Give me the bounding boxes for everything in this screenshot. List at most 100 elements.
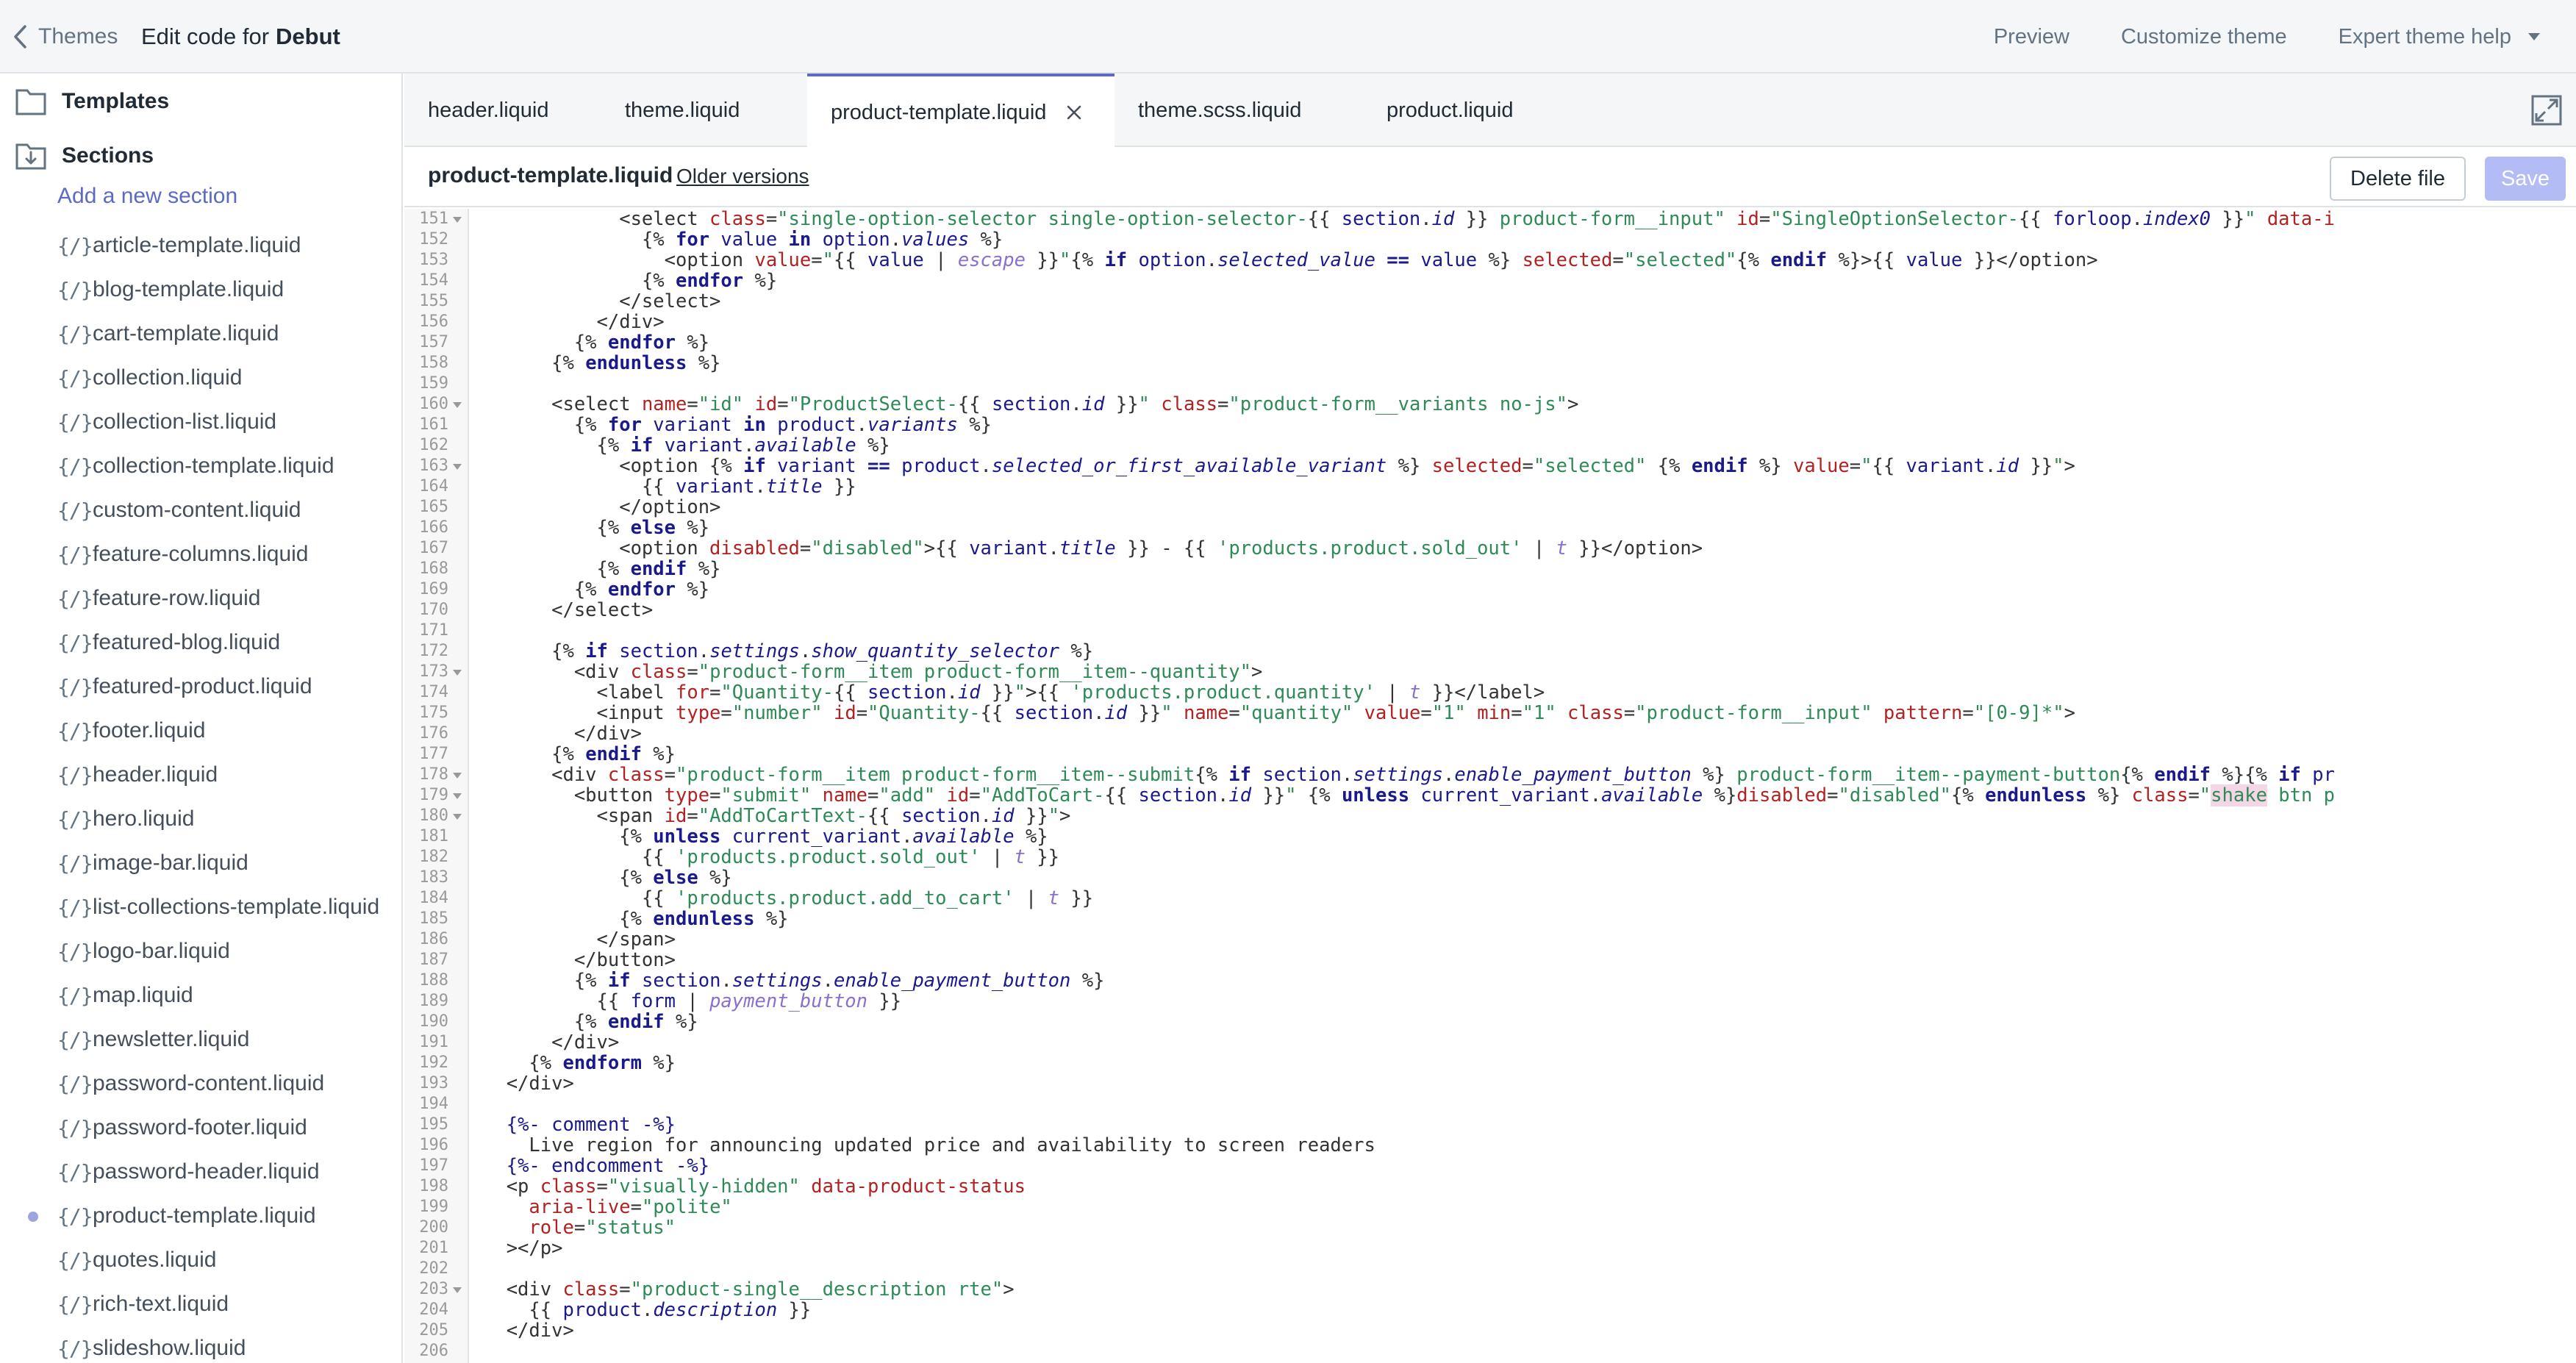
- tab-label: theme.liquid: [625, 98, 740, 122]
- sidebar-file-item[interactable]: {/} logo-bar.liquid: [0, 929, 401, 973]
- line-number: 167: [419, 539, 448, 557]
- sidebar-file-name: password-content.liquid: [93, 1071, 325, 1095]
- sidebar-file-name: slideshow.liquid: [93, 1336, 246, 1360]
- fold-arrow-icon[interactable]: [453, 1287, 462, 1293]
- add-new-section-link[interactable]: Add a new section: [57, 184, 237, 209]
- line-number: 184: [419, 889, 448, 907]
- line-number: 182: [419, 848, 448, 866]
- tab-header-liquid[interactable]: header.liquid: [404, 74, 581, 147]
- section-file-list: {/} article-template.liquid {/} blog-templa…: [0, 223, 401, 1363]
- code-text: </div>: [484, 311, 665, 333]
- sidebar-file-item[interactable]: {/} footer.liquid: [0, 709, 401, 753]
- sidebar-file-item[interactable]: {/} product-template.liquid: [0, 1194, 401, 1238]
- sidebar-file-item[interactable]: {/} feature-columns.liquid: [0, 532, 401, 576]
- code-line: 189 {{ form | payment_button }}: [404, 991, 2576, 1012]
- liquid-file-icon: {/}: [57, 1336, 93, 1361]
- sidebar-file-item[interactable]: {/} image-bar.liquid: [0, 841, 401, 885]
- code-line: 181 {% unless current_variant.available …: [404, 826, 2576, 847]
- sidebar-file-item[interactable]: {/} list-collections-template.liquid: [0, 885, 401, 929]
- sidebar-file-item[interactable]: {/} collection.liquid: [0, 356, 401, 400]
- expand-icon[interactable]: [2530, 94, 2563, 126]
- fold-arrow-icon[interactable]: [453, 670, 462, 676]
- folder-sections-label: Sections: [62, 143, 154, 168]
- tab-theme-liquid[interactable]: theme.liquid: [581, 74, 790, 147]
- tab-theme-scss-liquid[interactable]: theme.scss.liquid: [1115, 74, 1362, 147]
- line-number: 154: [419, 271, 448, 290]
- fold-arrow-icon[interactable]: [453, 793, 462, 799]
- folder-templates-label: Templates: [62, 89, 170, 113]
- line-number: 156: [419, 312, 448, 331]
- back-to-themes-link[interactable]: Themes: [12, 21, 118, 53]
- sidebar-file-item[interactable]: {/} map.liquid: [0, 973, 401, 1017]
- sidebar-file-item[interactable]: {/} quotes.liquid: [0, 1238, 401, 1282]
- sidebar-file-item[interactable]: {/} article-template.liquid: [0, 223, 401, 268]
- sidebar-file-name: article-template.liquid: [93, 233, 301, 257]
- sidebar-file-item[interactable]: {/} custom-content.liquid: [0, 488, 401, 532]
- code-text: </div>: [484, 1320, 574, 1342]
- line-number: 198: [419, 1177, 448, 1195]
- sidebar-file-item[interactable]: {/} password-header.liquid: [0, 1150, 401, 1194]
- fold-arrow-icon[interactable]: [453, 217, 462, 223]
- fold-arrow-icon[interactable]: [453, 814, 462, 820]
- liquid-file-icon: {/}: [57, 1203, 93, 1228]
- line-number: 153: [419, 251, 448, 269]
- older-versions-link[interactable]: Older versions: [676, 165, 809, 188]
- line-number: 192: [419, 1053, 448, 1072]
- expert-theme-help-dropdown[interactable]: Expert theme help: [2339, 25, 2541, 49]
- file-sidebar: Templates Sections Add a new section {/}…: [0, 74, 403, 1363]
- line-number: 202: [419, 1259, 448, 1278]
- editor-tab-bar: header.liquid theme.liquid product-templ…: [404, 74, 2576, 149]
- sidebar-file-item[interactable]: {/} feature-row.liquid: [0, 576, 401, 620]
- sidebar-file-name: quotes.liquid: [93, 1248, 217, 1272]
- sidebar-file-item[interactable]: {/} newsletter.liquid: [0, 1017, 401, 1062]
- line-number: 178: [419, 765, 448, 784]
- sidebar-file-item[interactable]: {/} slideshow.liquid: [0, 1326, 401, 1363]
- tab-product-template-liquid[interactable]: product-template.liquid: [807, 74, 1115, 149]
- sidebar-file-item[interactable]: {/} featured-product.liquid: [0, 665, 401, 709]
- sidebar-file-item[interactable]: {/} rich-text.liquid: [0, 1282, 401, 1326]
- code-text: {% for variant in product.variants %}: [573, 414, 992, 436]
- tab-product-liquid[interactable]: product.liquid: [1362, 74, 1582, 147]
- code-text: </div>: [484, 723, 642, 745]
- close-icon[interactable]: [1065, 104, 1083, 121]
- line-number: 179: [419, 786, 448, 804]
- sidebar-file-item[interactable]: {/} header.liquid: [0, 753, 401, 797]
- line-number: 206: [419, 1342, 448, 1360]
- code-editor[interactable]: 151 <select class="single-option-selecto…: [404, 209, 2576, 1363]
- liquid-file-icon: {/}: [57, 806, 93, 831]
- folder-sections[interactable]: Sections: [0, 134, 401, 178]
- sidebar-file-item[interactable]: {/} hero.liquid: [0, 797, 401, 841]
- line-number: 152: [419, 230, 448, 248]
- fold-arrow-icon[interactable]: [453, 773, 462, 779]
- preview-link[interactable]: Preview: [1994, 25, 2069, 49]
- sidebar-file-item[interactable]: {/} password-footer.liquid: [0, 1106, 401, 1150]
- code-text: {% endif %}: [551, 743, 676, 765]
- fold-arrow-icon[interactable]: [453, 402, 462, 408]
- code-line: 196 Live region for announcing updated p…: [404, 1135, 2576, 1156]
- sidebar-file-item[interactable]: {/} cart-template.liquid: [0, 312, 401, 356]
- sidebar-file-item[interactable]: {/} password-content.liquid: [0, 1062, 401, 1106]
- tab-label: header.liquid: [428, 98, 549, 122]
- sidebar-file-name: hero.liquid: [93, 806, 195, 831]
- code-line: 168 {% endif %}: [404, 559, 2576, 579]
- code-line: 184 {{ 'products.product.add_to_cart' | …: [404, 888, 2576, 909]
- code-text: {{ variant.title }}: [641, 476, 856, 498]
- line-number: 168: [419, 559, 448, 578]
- customize-theme-link[interactable]: Customize theme: [2121, 25, 2287, 49]
- folder-templates[interactable]: Templates: [0, 79, 401, 124]
- sidebar-file-name: featured-product.liquid: [93, 674, 312, 698]
- line-number: 161: [419, 415, 448, 434]
- sidebar-file-item[interactable]: {/} collection-list.liquid: [0, 400, 401, 444]
- sidebar-file-item[interactable]: {/} collection-template.liquid: [0, 444, 401, 488]
- code-line: 160 <select name="id" id="ProductSelect-…: [404, 394, 2576, 415]
- fold-arrow-icon[interactable]: [453, 464, 462, 470]
- save-button[interactable]: Save: [2485, 157, 2566, 201]
- code-text: {{ form | payment_button }}: [596, 990, 902, 1012]
- code-text: {%- comment -%}: [506, 1114, 676, 1136]
- sidebar-file-item[interactable]: {/} blog-template.liquid: [0, 268, 401, 312]
- code-line: 171: [404, 620, 2576, 641]
- line-number: 197: [419, 1156, 448, 1175]
- delete-file-button[interactable]: Delete file: [2330, 157, 2466, 201]
- code-text: <option disabled="disabled">{{ variant.t…: [484, 537, 1703, 559]
- sidebar-file-item[interactable]: {/} featured-blog.liquid: [0, 620, 401, 665]
